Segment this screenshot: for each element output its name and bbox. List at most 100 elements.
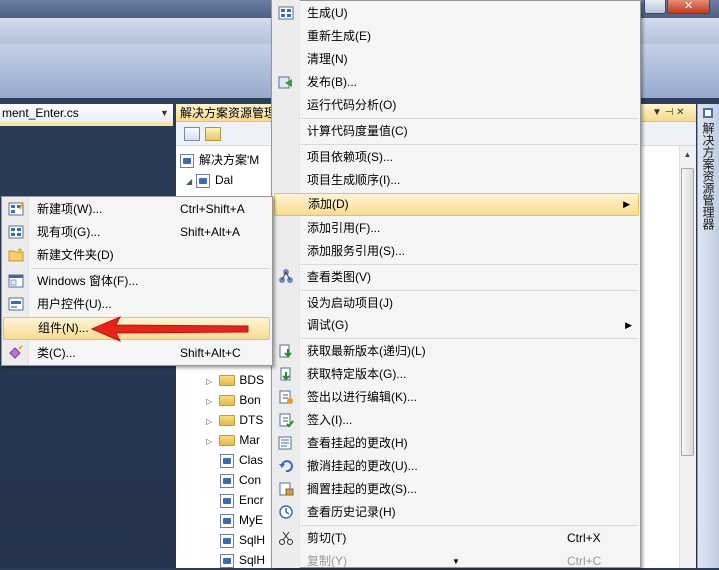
document-tab[interactable]: ment_Enter.cs [0,104,173,122]
menu-separator [301,118,638,119]
menu-item-label: 撤消挂起的更改(U)... [307,459,418,473]
submenu-item-label: 新建项(W)... [37,202,103,216]
submenu-item-shortcut: Ctrl+Shift+A [180,202,245,216]
menu-item-build-order[interactable]: 项目生成顺序(I)... [301,169,640,192]
menu-item-label: 发布(B)... [307,75,357,89]
submenu-item-label: 组件(N)... [38,321,89,335]
menu-item-label: 复制(Y) [307,554,347,568]
tree-solution-label: 解决方案'M [199,153,260,167]
expand-triangle-icon[interactable]: ▷ [206,392,216,412]
menu-item-view-class-diagram[interactable]: 查看类图(V) [301,266,640,289]
menu-item-get-latest[interactable]: 获取最新版本(递归)(L) [301,340,640,363]
menu-item-checkin[interactable]: 签入(I)... [301,409,640,432]
cs-file-icon [220,453,234,468]
submenu-arrow-icon: ▶ [623,199,630,209]
menu-item-debug[interactable]: 调试(G) ▶ [301,314,640,337]
menu-item-build[interactable]: 生成(U) [301,2,640,25]
tree-folder[interactable]: ▷ Bon [206,390,261,410]
menu-item-cut[interactable]: 剪切(T) Ctrl+X [301,527,640,550]
tree-file-label: SqlH [239,533,266,547]
folder-icon [219,395,236,407]
tree-file[interactable]: Clas [220,450,263,470]
menu-item-label: 清理(N) [307,52,348,66]
menu-item-view-pending[interactable]: 查看挂起的更改(H) [301,432,640,455]
menu-separator [301,264,638,265]
new-folder-icon [8,248,24,262]
submenu-item-user-control[interactable]: 用户控件(U)... [31,293,271,316]
expand-triangle-icon[interactable]: ▷ [206,372,216,392]
red-arrow-annotation [90,316,249,342]
expand-triangle-icon[interactable]: ▷ [206,412,216,432]
properties-icon[interactable] [184,127,200,141]
collapse-triangle-icon[interactable]: ◢ [186,172,196,192]
submenu-item-label: 类(C)... [37,346,76,360]
submenu-item-new-folder[interactable]: 新建文件夹(D) [31,244,271,267]
class-icon [9,345,23,359]
menu-item-label: 项目依赖项(S)... [307,150,393,164]
tree-solution-node[interactable]: 解决方案'M [180,150,259,170]
close-window-button[interactable]: ✕ [667,0,710,14]
checkin-icon [279,413,294,428]
folder-icon [219,435,236,447]
menu-item-copy[interactable]: 复制(Y) Ctrl+C [301,550,640,568]
cs-file-icon [220,513,234,528]
tree-file-label: Encr [239,493,264,507]
close-icon: ✕ [684,0,694,12]
menu-item-rebuild[interactable]: 重新生成(E) [301,25,640,48]
menu-item-code-metrics[interactable]: 计算代码度量值(C) [301,120,640,143]
tree-file-label: SqlH [239,553,266,567]
tree-file[interactable]: MyE [220,510,263,530]
shelve-icon [279,482,294,496]
minimize-button[interactable] [644,0,666,14]
tree-folder-label: DTS [239,413,264,427]
menu-item-history[interactable]: 查看历史记录(H) [301,501,640,524]
submenu-separator [31,268,269,269]
menu-item-checkout[interactable]: 签出以进行编辑(K)... [301,386,640,409]
tree-file[interactable]: Con [220,470,261,490]
show-all-files-icon[interactable] [205,127,221,141]
menu-item-get-specific[interactable]: 获取特定版本(G)... [301,363,640,386]
menu-item-label: 查看历史记录(H) [307,505,396,519]
tree-file[interactable]: Encr [220,490,264,510]
side-tab-label: 解决方案资源管理器 [701,122,715,230]
menu-item-add-service-reference[interactable]: 添加服务引用(S)... [301,240,640,263]
menu-scroll-down-icon[interactable]: ▼ [450,557,462,567]
tree-folder[interactable]: ▷ DTS [206,410,263,430]
tab-dropdown-icon[interactable]: ▼ [160,104,172,122]
menu-item-shortcut: Ctrl+X [567,531,601,545]
menu-item-dependencies[interactable]: 项目依赖项(S)... [301,146,640,169]
menu-item-add[interactable]: 添加(D) ▶ [274,193,639,216]
user-control-icon [8,297,24,311]
submenu-item-new-item[interactable]: 新建项(W)... Ctrl+Shift+A [31,198,271,221]
menu-item-add-reference[interactable]: 添加引用(F)... [301,217,640,240]
windows-form-icon [8,274,24,288]
menu-item-set-startup[interactable]: 设为启动项目(J) [301,292,640,315]
menu-item-label: 搁置挂起的更改(S)... [307,482,417,496]
cut-icon [279,531,293,545]
tree-file[interactable]: SqlH [220,530,265,550]
tree-project-node[interactable]: ◢ Dal [186,170,233,190]
menu-item-label: 签入(I)... [307,413,353,427]
publish-icon [278,76,292,89]
submenu-item-existing-item[interactable]: 现有项(G)... Shift+Alt+A [31,221,271,244]
menu-item-undo-pending[interactable]: 撤消挂起的更改(U)... [301,455,640,478]
menu-item-label: 重新生成(E) [307,29,371,43]
menu-item-label: 生成(U) [307,6,348,20]
menu-item-label: 运行代码分析(O) [307,98,397,112]
menu-item-label: 签出以进行编辑(K)... [307,390,417,404]
scrollbar-thumb[interactable] [681,168,694,456]
menu-item-publish[interactable]: 发布(B)... [301,71,640,94]
menu-item-clean[interactable]: 清理(N) [301,48,640,71]
menu-item-shelve[interactable]: 搁置挂起的更改(S)... [301,478,640,501]
tree-file-label: Con [239,473,262,487]
panel-window-buttons[interactable]: ▼ ⊣ ✕ [652,104,696,122]
tree-folder[interactable]: ▷ BDS [206,370,264,390]
menu-item-label: 调试(G) [307,318,349,332]
submenu-item-windows-form[interactable]: Windows 窗体(F)... [31,270,271,293]
submenu-item-class[interactable]: 类(C)... Shift+Alt+C [31,342,271,365]
menu-item-code-analysis[interactable]: 运行代码分析(O) [301,94,640,117]
expand-triangle-icon[interactable]: ▷ [206,432,216,452]
tree-folder[interactable]: ▷ Mar [206,430,260,450]
tree-file[interactable]: SqlH [220,550,265,570]
scroll-up-icon[interactable]: ▲ [681,150,694,162]
